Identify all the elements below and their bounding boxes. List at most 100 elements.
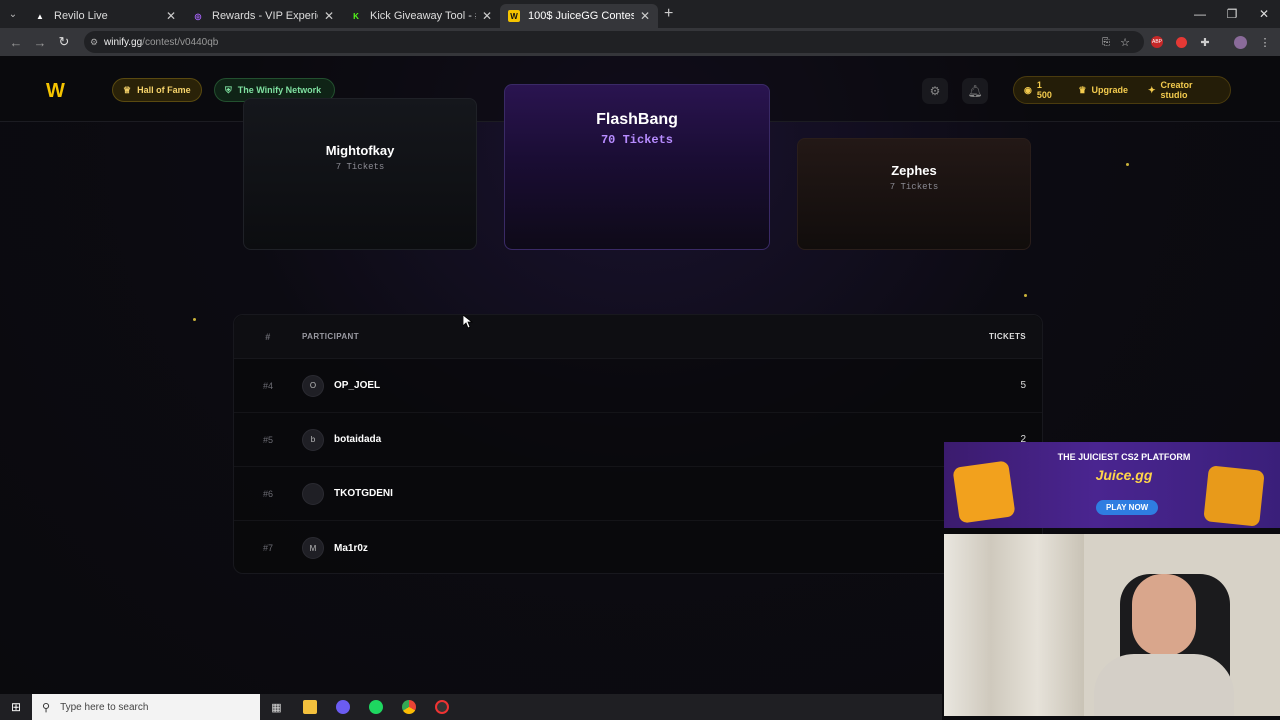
avatar [302,482,324,505]
podium-third-name: Zephes [891,163,937,178]
webcam-feed [944,534,1280,716]
row-rank: #5 [262,434,273,445]
reload-icon[interactable]: ↻ [52,34,76,50]
address-bar[interactable]: ⚙ winify.gg/contest/v0440qb ⎘ ☆ [84,31,1144,53]
task-view-icon[interactable]: ▦ [260,694,293,720]
settings-button[interactable]: ⚙ [922,78,948,104]
avatar: M [302,537,324,559]
close-window-icon[interactable]: ✕ [1248,0,1280,28]
taskbar-search[interactable]: ⚲ Type here to search [32,694,260,720]
hall-of-fame-button[interactable]: ♕ Hall of Fame [112,78,202,102]
bell-icon: 🔔︎ [967,84,983,98]
table-row[interactable]: #6 TKOTGDENI [234,467,1042,521]
crown-icon: ♛ [1078,84,1087,95]
chrome-icon[interactable] [392,694,425,720]
podium-second-tickets: 7 Tickets [335,162,385,172]
juicegg-ad-banner[interactable]: THE JUICIEST CS2 PLATFORM Juice.gg PLAY … [944,442,1280,528]
gear-icon: ⚙ [929,84,941,98]
podium-first-tickets: 70 Tickets [600,133,673,147]
browser-tab-4-active[interactable]: W 100$ JuiceGG Contest | Winify G ✕ [500,4,658,28]
podium-first: FlashBang 70 Tickets [504,84,770,250]
tab-title: 100$ JuiceGG Contest | Winify G [528,10,634,22]
tab-favicon-icon: ▲ [36,11,44,21]
row-participant: O OP_JOEL [302,374,962,397]
table-row[interactable]: #5 b botaidada 2 [234,413,1042,467]
row-rank: #6 [262,488,273,499]
creator-studio-button[interactable]: ✦ Creator studio [1138,77,1230,103]
profile-avatar-icon[interactable] [1230,28,1250,56]
coin-balance[interactable]: ◉ 1 500 [1014,77,1068,103]
table-row[interactable]: #4 O OP_JOEL 5 [234,359,1042,413]
participants-table: # PARTICIPANT TICKETS #4 O OP_JOEL 5 #5 … [233,314,1043,574]
new-tab-icon[interactable]: + [664,5,673,23]
discord-icon[interactable] [326,694,359,720]
extension-red-icon[interactable] [1171,28,1191,56]
upgrade-label: Upgrade [1091,85,1128,95]
notifications-button[interactable]: 🔔︎ [962,78,988,104]
trophy-icon: ♕ [123,84,132,95]
row-rank: #4 [262,380,273,391]
bookmark-star-icon[interactable]: ☆ [1120,36,1130,49]
shield-icon: ⛨ [225,84,232,95]
file-explorer-icon[interactable] [293,694,326,720]
extensions-puzzle-icon[interactable]: ✚ [1195,28,1215,56]
tab-favicon-icon: W [508,10,520,22]
banner-title: THE JUICIEST CS2 PLATFORM [1057,452,1191,462]
search-placeholder: Type here to search [60,701,149,713]
spotify-icon[interactable] [359,694,392,720]
avatar: O [302,374,324,397]
coin-amount: 1 500 [1036,80,1052,100]
table-row[interactable]: #7 M Ma1r0z [234,521,1042,575]
tab-close-icon[interactable]: ✕ [166,9,176,23]
browser-tab-3[interactable]: K Kick Giveaway Tool - #1 Giveaw ✕ [342,4,500,28]
streamer-head [1132,574,1196,656]
podium-second-name: Mightofkay [325,143,395,158]
tab-favicon-icon: K [353,11,359,21]
tab-close-icon[interactable]: ✕ [324,9,334,23]
participant-name[interactable]: TKOTGDENI [334,488,393,499]
row-participant: TKOTGDENI [302,482,962,505]
tab-title: Kick Giveaway Tool - #1 Giveaw [370,10,476,22]
browser-tab-2[interactable]: ◎ Rewards - VIP Experience - Juic ✕ [184,4,342,28]
url-host: winify.gg [104,36,143,48]
windows-taskbar: ⊞ ⚲ Type here to search ▦ [0,694,942,720]
tab-close-icon[interactable]: ✕ [482,9,492,23]
streamer-body [1094,654,1234,716]
window-curtain [944,534,1084,716]
window-controls: — ❐ ✕ [1184,0,1280,28]
podium-third-tickets: 7 Tickets [889,182,939,192]
participant-name[interactable]: botaidada [334,434,381,445]
play-now-button[interactable]: PLAY NOW [1096,500,1159,515]
tab-title: Revilo Live [54,10,108,22]
winify-logo[interactable]: W [46,80,65,103]
forward-icon[interactable]: → [28,35,52,50]
tab-close-icon[interactable]: ✕ [640,9,650,23]
windows-start-icon[interactable]: ⊞ [0,700,32,714]
sparkle-dot [1126,163,1129,166]
podium-second: Mightofkay 7 Tickets [243,98,477,250]
site-info-icon[interactable]: ⚙ [90,37,98,48]
podium-third: Zephes 7 Tickets [797,138,1031,250]
tab-search-chevron-icon[interactable]: ⌄ [0,0,26,28]
restore-icon[interactable]: ❐ [1216,0,1248,28]
banner-brand: Juice.gg [1095,467,1153,483]
browser-menu-icon[interactable]: ⋮ [1255,28,1275,56]
sparkle-dot [1024,294,1027,297]
header-rank: # [265,331,271,342]
back-icon[interactable]: ← [4,35,28,50]
participant-name[interactable]: OP_JOEL [334,380,380,391]
obs-icon[interactable] [425,694,458,720]
row-participant: b botaidada [302,428,962,451]
row-tickets: 5 [1020,380,1026,391]
table-header: # PARTICIPANT TICKETS [234,315,1042,359]
mouse-cursor-icon [463,315,473,329]
avatar: b [302,428,324,451]
tab-favicon-icon: ◎ [194,11,202,21]
participant-name[interactable]: Ma1r0z [334,543,368,554]
abp-extension-icon[interactable]: ABP [1147,28,1167,56]
upgrade-button[interactable]: ♛ Upgrade [1068,77,1138,103]
browser-tab-1[interactable]: ▲ Revilo Live ✕ [26,4,184,28]
install-app-icon[interactable]: ⎘ [1102,37,1110,48]
minimize-icon[interactable]: — [1184,0,1216,28]
browser-toolbar: ← → ↻ ⚙ winify.gg/contest/v0440qb ⎘ ☆ AB… [0,28,1280,56]
